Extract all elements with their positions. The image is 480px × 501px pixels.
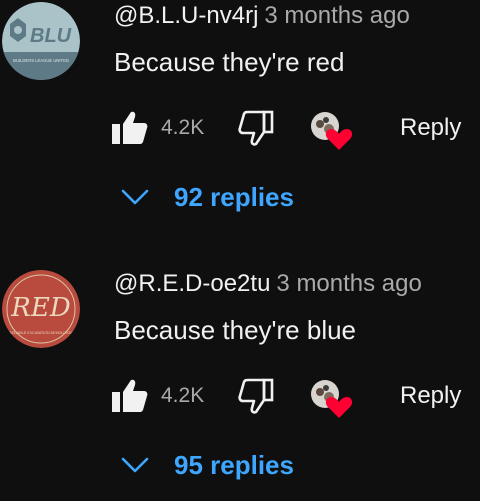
red-logo-avatar[interactable]: RED RELIABLE EXCAVATION DEMOLITION bbox=[2, 270, 80, 348]
reply-button[interactable]: Reply bbox=[400, 114, 461, 142]
creator-heart-badge bbox=[308, 378, 356, 422]
heart-icon bbox=[311, 112, 353, 150]
thumbs-down-icon bbox=[238, 110, 274, 146]
like-count: 4.2K bbox=[161, 384, 205, 407]
comment-timestamp[interactable]: 3 months ago bbox=[264, 2, 409, 29]
comment-thread: RED RELIABLE EXCAVATION DEMOLITION @R.E.… bbox=[0, 268, 480, 498]
heart-icon bbox=[311, 380, 353, 418]
like-button[interactable] bbox=[110, 108, 150, 148]
comment-actions: 4.2K Reply bbox=[110, 108, 480, 150]
dislike-button[interactable] bbox=[236, 108, 276, 148]
avatar-logo-text: RED bbox=[10, 293, 71, 323]
avatar-subtext: RELIABLE EXCAVATION DEMOLITION bbox=[9, 331, 73, 335]
avatar-subtext: BUILDERS LEAGUE UNITED bbox=[13, 58, 69, 63]
comment-header: @R.E.D-oe2tu 3 months ago bbox=[114, 269, 422, 299]
comment-actions: 4.2K Reply bbox=[110, 376, 480, 418]
comment-thread: BLU BUILDERS LEAGUE UNITED @B.L.U-nv4rj 3… bbox=[0, 0, 480, 230]
thumbs-down-icon bbox=[238, 378, 274, 414]
avatar-logo-text: BLU bbox=[30, 25, 72, 47]
view-replies-button[interactable]: 95 replies bbox=[120, 448, 340, 484]
comment-timestamp[interactable]: 3 months ago bbox=[276, 270, 421, 297]
dislike-button[interactable] bbox=[236, 376, 276, 416]
replies-count-label: 92 replies bbox=[174, 182, 294, 212]
comment-author[interactable]: @R.E.D-oe2tu bbox=[114, 270, 270, 297]
comment-author[interactable]: @B.L.U-nv4rj bbox=[114, 2, 258, 29]
comment-text: Because they're blue bbox=[114, 315, 357, 345]
chevron-down-icon bbox=[121, 457, 149, 473]
reply-button[interactable]: Reply bbox=[400, 382, 461, 410]
replies-count-label: 95 replies bbox=[174, 450, 294, 480]
comment-text: Because they're red bbox=[114, 47, 345, 77]
creator-heart-badge bbox=[308, 110, 356, 154]
like-count: 4.2K bbox=[161, 116, 205, 139]
like-button[interactable] bbox=[110, 376, 150, 416]
thumbs-up-icon bbox=[112, 111, 148, 144]
thumbs-up-icon bbox=[112, 379, 148, 412]
comment-header: @B.L.U-nv4rj 3 months ago bbox=[114, 1, 410, 31]
view-replies-button[interactable]: 92 replies bbox=[120, 180, 340, 216]
chevron-down-icon bbox=[121, 189, 149, 205]
blu-logo-avatar[interactable]: BLU BUILDERS LEAGUE UNITED bbox=[2, 2, 80, 80]
